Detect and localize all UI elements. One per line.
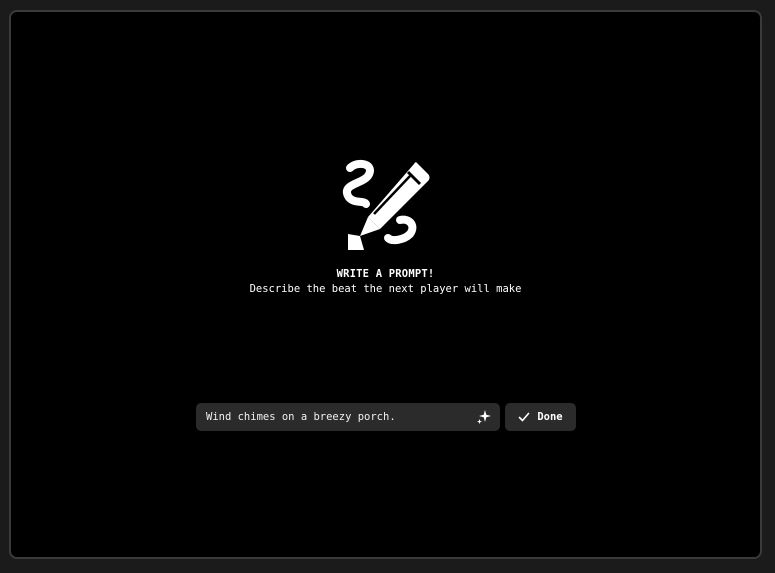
prompt-hero: WRITE A PROMPT! Describe the beat the ne… xyxy=(11,154,760,295)
page-subtitle: Describe the beat the next player will m… xyxy=(249,283,522,295)
prompt-row: Done xyxy=(196,403,576,431)
game-frame: WRITE A PROMPT! Describe the beat the ne… xyxy=(9,10,762,559)
check-icon xyxy=(519,412,530,422)
page-title: WRITE A PROMPT! xyxy=(336,268,435,280)
sparkle-icon xyxy=(477,410,491,424)
pencil-squiggle-icon xyxy=(342,159,429,250)
done-button[interactable]: Done xyxy=(505,403,576,431)
done-button-label: Done xyxy=(537,411,563,423)
prompt-field xyxy=(196,403,500,431)
suggest-button[interactable] xyxy=(476,409,492,425)
prompt-input[interactable] xyxy=(196,403,500,431)
